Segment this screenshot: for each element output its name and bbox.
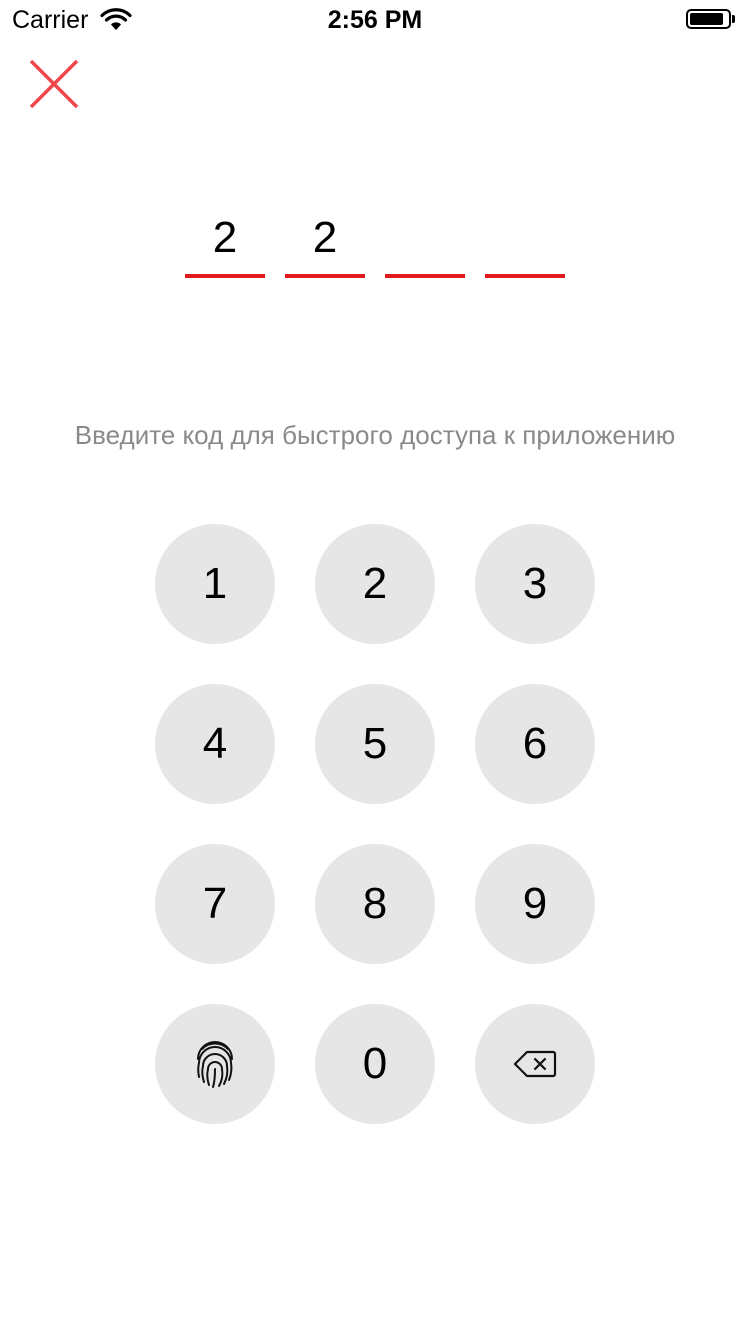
key-2[interactable]: 2 [315, 524, 435, 644]
pin-slot-1: 2 [185, 212, 265, 278]
key-0[interactable]: 0 [315, 1004, 435, 1124]
backspace-icon [513, 1050, 557, 1078]
key-9[interactable]: 9 [475, 844, 595, 964]
close-button[interactable] [28, 58, 80, 110]
status-bar: Carrier 2:56 PM [0, 0, 750, 40]
clock: 2:56 PM [327, 6, 423, 34]
battery-icon [686, 9, 731, 29]
key-8[interactable]: 8 [315, 844, 435, 964]
pin-underline [285, 274, 365, 278]
pin-digit [485, 212, 565, 268]
key-4[interactable]: 4 [155, 684, 275, 804]
pin-digit: 2 [312, 213, 338, 262]
pin-underline [485, 274, 565, 278]
fingerprint-icon [197, 1041, 233, 1088]
key-5[interactable]: 5 [315, 684, 435, 804]
pin-prompt: Введите код для быстрого доступа к прило… [74, 420, 676, 450]
close-icon [29, 59, 79, 109]
pin-slot-4 [485, 212, 565, 278]
biometric-button[interactable] [155, 1004, 275, 1124]
key-7[interactable]: 7 [155, 844, 275, 964]
pin-underline [385, 274, 465, 278]
pin-digit [385, 212, 465, 268]
battery-tip [732, 15, 735, 23]
delete-button[interactable] [475, 1004, 595, 1124]
pin-digit: 2 [212, 213, 238, 262]
pin-indicator: 2 2 [185, 212, 565, 282]
key-1[interactable]: 1 [155, 524, 275, 644]
key-6[interactable]: 6 [475, 684, 595, 804]
pin-slot-2: 2 [285, 212, 365, 278]
pin-slot-3 [385, 212, 465, 278]
pin-underline [185, 274, 265, 278]
key-3[interactable]: 3 [475, 524, 595, 644]
